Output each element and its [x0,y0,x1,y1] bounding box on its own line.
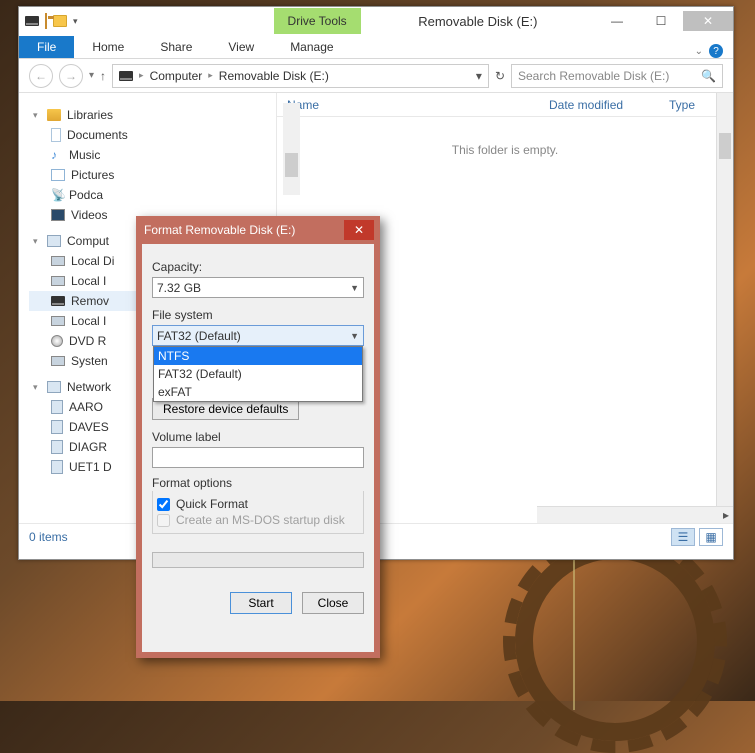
expand-ribbon-icon[interactable]: ⌄ [695,46,703,57]
vertical-scrollbar[interactable] [716,93,733,523]
address-dropdown-icon[interactable]: ▾ [476,69,482,83]
hdd-icon [51,356,65,366]
window-title: Removable Disk (E:) [361,14,595,29]
quick-format-checkbox[interactable]: Quick Format [153,497,363,511]
server-icon [51,400,63,414]
capacity-label: Capacity: [152,260,364,274]
refresh-button[interactable]: ↻ [495,69,505,83]
dialog-title: Format Removable Disk (E:) [144,223,344,237]
nav-documents[interactable]: Documents [29,125,276,145]
view-details-button[interactable]: ☰ [671,528,695,546]
nav-pictures[interactable]: Pictures [29,165,276,185]
breadcrumb[interactable]: ▸ Computer ▸ Removable Disk (E:) ▾ [112,64,489,88]
chevron-right-icon[interactable]: ▸ [139,70,144,81]
msdos-checkbox: Create an MS-DOS startup disk [153,513,363,527]
column-date[interactable]: Date modified [539,98,659,112]
hdd-icon [51,256,65,266]
fs-option-fat32[interactable]: FAT32 (Default) [154,365,362,383]
msdos-label: Create an MS-DOS startup disk [176,513,345,527]
libraries-icon [47,109,61,121]
item-count: 0 items [29,530,68,544]
dvd-icon [51,335,63,347]
fs-option-exfat[interactable]: exFAT [154,383,362,401]
nav-scrollbar[interactable] [283,103,300,195]
scroll-right-icon[interactable]: ▸ [719,508,733,522]
capacity-combo[interactable]: 7.32 GB ▼ [152,277,364,298]
volume-label-input[interactable] [152,447,364,468]
quick-format-label: Quick Format [176,497,248,511]
search-placeholder: Search Removable Disk (E:) [518,69,669,83]
column-name[interactable]: Name [277,98,539,112]
search-input[interactable]: Search Removable Disk (E:) 🔍 [511,64,723,88]
breadcrumb-computer[interactable]: Computer [150,69,203,83]
breadcrumb-drive-icon [119,71,133,81]
help-icon[interactable]: ? [709,44,723,58]
removable-drive-icon [51,296,65,306]
tab-share[interactable]: Share [142,36,210,58]
chevron-down-icon: ▼ [350,283,359,293]
address-bar: ← → ▾ ↑ ▸ Computer ▸ Removable Disk (E:)… [19,59,733,93]
empty-folder-text: This folder is empty. [277,143,733,157]
pictures-icon [51,169,65,181]
back-button[interactable]: ← [29,64,53,88]
format-dialog: Format Removable Disk (E:) ✕ Capacity: 7… [136,216,380,658]
history-dropdown-icon[interactable]: ▾ [89,70,94,81]
hdd-icon [51,316,65,326]
format-options-label: Format options [152,476,364,490]
file-system-dropdown: NTFS FAT32 (Default) exFAT [153,346,363,402]
drive-icon [25,16,39,26]
title-bar: ▾ Drive Tools Removable Disk (E:) — ☐ ✕ [19,7,733,35]
maximize-button[interactable]: ☐ [639,11,683,31]
msdos-input [157,514,170,527]
music-icon: ♪ [51,148,63,162]
breadcrumb-removable[interactable]: Removable Disk (E:) [219,69,329,83]
file-system-value: FAT32 (Default) [157,329,241,343]
network-icon [47,381,61,393]
server-icon [51,460,63,474]
contextual-tab-drive-tools[interactable]: Drive Tools [274,8,361,34]
nav-music[interactable]: ♪Music [29,145,276,165]
close-window-button[interactable]: ✕ [683,11,733,31]
document-icon[interactable] [45,13,47,29]
nav-libraries[interactable]: ▾Libraries [29,105,276,125]
videos-icon [51,209,65,221]
view-large-icons-button[interactable]: ▦ [699,528,723,546]
fs-option-ntfs[interactable]: NTFS [154,347,362,365]
dialog-title-bar[interactable]: Format Removable Disk (E:) ✕ [136,216,380,244]
horizontal-scrollbar[interactable]: ▸ [537,506,733,523]
tab-manage[interactable]: Manage [272,36,351,58]
format-progress [152,552,364,568]
column-headers: Name Date modified Type [277,93,733,117]
tab-home[interactable]: Home [74,36,142,58]
minimize-button[interactable]: — [595,11,639,31]
up-button[interactable]: ↑ [100,69,106,83]
quick-format-input[interactable] [157,498,170,511]
podcast-icon: 📡 [51,188,63,202]
folder-icon[interactable] [53,15,67,27]
qat-customize-icon[interactable]: ▾ [73,16,78,27]
volume-label-label: Volume label [152,430,364,444]
documents-icon [51,128,61,142]
computer-icon [47,235,61,247]
background-gear [515,541,715,741]
file-system-label: File system [152,308,364,322]
forward-button[interactable]: → [59,64,83,88]
tab-view[interactable]: View [210,36,272,58]
ribbon-tabs: File Home Share View Manage ⌄ ? [19,35,733,59]
tab-file[interactable]: File [19,36,74,58]
file-system-combo[interactable]: FAT32 (Default) ▼ NTFS FAT32 (Default) e… [152,325,364,346]
search-icon: 🔍 [701,69,716,83]
nav-podcasts[interactable]: 📡Podca [29,185,276,205]
chevron-right-icon[interactable]: ▸ [208,70,213,81]
chevron-down-icon: ▼ [350,331,359,341]
close-dialog-button[interactable]: Close [302,592,364,614]
start-button[interactable]: Start [230,592,292,614]
dialog-close-button[interactable]: ✕ [344,220,374,240]
server-icon [51,440,63,454]
capacity-value: 7.32 GB [157,281,201,295]
server-icon [51,420,63,434]
hdd-icon [51,276,65,286]
